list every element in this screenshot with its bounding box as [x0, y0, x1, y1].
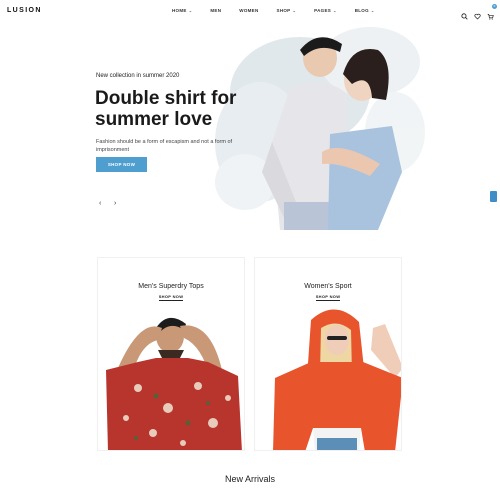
heart-icon[interactable] [474, 7, 481, 20]
chevron-down-icon: ⌄ [370, 8, 375, 13]
site-header: LUSION HOME ⌄ MEN WOMEN SHOP ⌄ PAGES ⌄ BLOG… [0, 0, 500, 22]
nav-item-men[interactable]: MEN [210, 8, 221, 13]
nav-label: BLOG [354, 8, 369, 13]
nav-item-pages[interactable]: PAGES ⌄ [314, 8, 337, 13]
category-card-men[interactable]: Men's Superdry Tops SHOP NOW [97, 257, 245, 451]
cart-icon[interactable]: 0 [487, 4, 497, 20]
shop-now-button[interactable]: SHOP NOW [96, 157, 147, 172]
nav-label: PAGES [314, 8, 332, 13]
category-card-women[interactable]: Women's Sport SHOP NOW [254, 257, 402, 451]
chevron-down-icon: ⌄ [333, 8, 337, 13]
chevron-down-icon: ⌄ [188, 8, 193, 13]
nav-item-shop[interactable]: SHOP ⌄ [277, 8, 297, 13]
nav-label: MEN [210, 8, 222, 13]
header-actions: 0 [461, 4, 497, 20]
main-nav: HOME ⌄ MEN WOMEN SHOP ⌄ PAGES ⌄ BLOG ⌄ [172, 8, 393, 13]
nav-item-blog[interactable]: BLOG ⌄ [355, 8, 375, 13]
chevron-right-icon[interactable]: › [114, 200, 116, 207]
chevron-left-icon[interactable]: ‹ [99, 200, 101, 207]
hero-kicker: New collection in summer 2020 [96, 73, 180, 79]
hero-title: Double shirt for summer love [95, 88, 237, 130]
section-title-new-arrivals: New Arrivals [224, 474, 275, 484]
category-image-men [106, 317, 242, 450]
search-icon[interactable] [461, 7, 468, 20]
nav-item-home[interactable]: HOME ⌄ [172, 8, 192, 13]
nav-label: HOME [172, 8, 187, 13]
category-image-women [273, 309, 401, 450]
nav-item-women[interactable]: WOMEN [239, 8, 258, 13]
hero-slider: New collection in summer 2020 Double shi… [0, 22, 500, 230]
nav-label: WOMEN [239, 8, 259, 13]
cart-count-badge: 0 [492, 4, 497, 9]
hero-description: Fashion should be a form of escapism and… [96, 139, 233, 153]
chevron-down-icon: ⌄ [292, 8, 297, 13]
nav-label: SHOP [276, 8, 291, 13]
logo[interactable]: LUSION [7, 7, 42, 14]
side-panel-toggle[interactable] [490, 191, 497, 202]
